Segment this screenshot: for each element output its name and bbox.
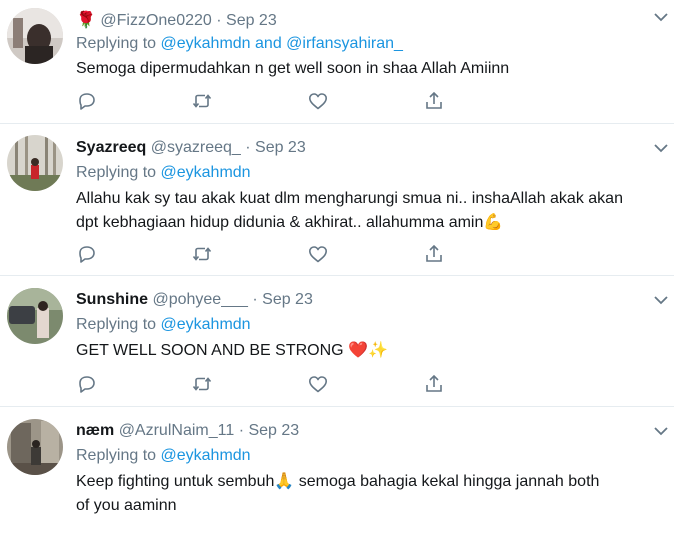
- retweet-icon[interactable]: [191, 90, 213, 112]
- share-icon[interactable]: [423, 243, 445, 265]
- replying-to: Replying to @eykahmdn: [76, 447, 251, 465]
- separator-dot: ·: [245, 139, 251, 156]
- reply-user-link[interactable]: @eykahmdn: [161, 35, 251, 52]
- tweet-text-line: Allahu kak sy tau akak kuat dlm mengharu…: [76, 190, 623, 207]
- replying-label: Replying to: [76, 316, 157, 333]
- tweet-header: Sunshine @pohyee___ · Sep 23: [76, 291, 313, 309]
- reply-user-link[interactable]: @eykahmdn: [161, 164, 251, 181]
- tweet-date[interactable]: Sep 23: [255, 139, 306, 156]
- reply-joiner: and: [255, 35, 282, 52]
- replying-to: Replying to @eykahmdn and @irfansyahiran…: [76, 35, 403, 53]
- avatar[interactable]: [7, 8, 63, 64]
- tweet-text-line: of you aaminn: [76, 497, 177, 514]
- separator-dot: ·: [216, 12, 222, 29]
- like-icon[interactable]: [307, 243, 329, 265]
- share-icon[interactable]: [423, 90, 445, 112]
- tweet-header: næm @AzrulNaim_11 · Sep 23: [76, 422, 299, 440]
- tweet-date[interactable]: Sep 23: [226, 12, 277, 29]
- separator-dot: ·: [238, 422, 245, 439]
- separator-dot: ·: [252, 291, 258, 308]
- chevron-down-icon[interactable]: [654, 143, 668, 153]
- tweet-text: Allahu kak sy tau akak kuat dlm mengharu…: [76, 187, 666, 235]
- rose-emoji: 🌹: [76, 12, 96, 29]
- tweet-text: Semoga dipermudahkan n get well soon in …: [76, 57, 666, 81]
- tweet-actions: [76, 373, 456, 395]
- display-name[interactable]: Sunshine: [76, 291, 148, 308]
- display-name[interactable]: næm: [76, 422, 114, 439]
- like-icon[interactable]: [307, 373, 329, 395]
- reply-icon[interactable]: [76, 373, 98, 395]
- chevron-down-icon[interactable]: [654, 295, 668, 305]
- tweet-text-line: Keep fighting untuk sembuh🙏 semoga bahag…: [76, 473, 600, 490]
- reply-user-link[interactable]: @irfansyahiran_: [286, 35, 403, 52]
- user-handle[interactable]: @syazreeq_: [151, 139, 241, 156]
- chevron-down-icon[interactable]: [654, 12, 668, 22]
- reply-icon[interactable]: [76, 90, 98, 112]
- tweet[interactable]: 🌹 @FizzOne0220 · Sep 23 Replying to @eyk…: [0, 0, 674, 124]
- tweet-text: GET WELL SOON AND BE STRONG ❤️✨: [76, 339, 666, 363]
- tweet-actions: [76, 90, 456, 112]
- replying-to: Replying to @eykahmdn: [76, 316, 251, 334]
- display-name[interactable]: Syazreeq: [76, 139, 146, 156]
- tweet[interactable]: Syazreeq @syazreeq_ · Sep 23 Replying to…: [0, 124, 674, 276]
- like-icon[interactable]: [307, 90, 329, 112]
- reply-user-link[interactable]: @eykahmdn: [161, 447, 251, 464]
- replying-to: Replying to @eykahmdn: [76, 164, 251, 182]
- user-handle[interactable]: @pohyee___: [152, 291, 247, 308]
- tweet-header: Syazreeq @syazreeq_ · Sep 23: [76, 139, 306, 157]
- tweet[interactable]: Sunshine @pohyee___ · Sep 23 Replying to…: [0, 276, 674, 407]
- chevron-down-icon[interactable]: [654, 426, 668, 436]
- tweet-header: 🌹 @FizzOne0220 · Sep 23: [76, 10, 277, 30]
- tweet-text-line: Semoga dipermudahkan n get well soon in …: [76, 60, 510, 77]
- tweet-date[interactable]: Sep 23: [248, 422, 299, 439]
- retweet-icon[interactable]: [191, 373, 213, 395]
- avatar[interactable]: [7, 135, 63, 191]
- tweet[interactable]: næm @AzrulNaim_11 · Sep 23 Replying to @…: [0, 407, 674, 553]
- replying-label: Replying to: [76, 35, 157, 52]
- tweet-date[interactable]: Sep 23: [262, 291, 313, 308]
- user-handle[interactable]: @FizzOne0220: [100, 12, 211, 29]
- user-handle[interactable]: @AzrulNaim_11: [119, 422, 235, 439]
- reply-user-link[interactable]: @eykahmdn: [161, 316, 251, 333]
- tweet-actions: [76, 243, 456, 265]
- replying-label: Replying to: [76, 164, 157, 181]
- retweet-icon[interactable]: [191, 243, 213, 265]
- reply-feed: 🌹 @FizzOne0220 · Sep 23 Replying to @eyk…: [0, 0, 674, 553]
- avatar[interactable]: [7, 419, 63, 475]
- avatar[interactable]: [7, 288, 63, 344]
- tweet-text-line: GET WELL SOON AND BE STRONG ❤️✨: [76, 342, 388, 359]
- replying-label: Replying to: [76, 447, 157, 464]
- tweet-text: Keep fighting untuk sembuh🙏 semoga bahag…: [76, 470, 666, 518]
- share-icon[interactable]: [423, 373, 445, 395]
- reply-icon[interactable]: [76, 243, 98, 265]
- tweet-text-line: dpt kebhagiaan hidup didunia & akhirat..…: [76, 214, 504, 231]
